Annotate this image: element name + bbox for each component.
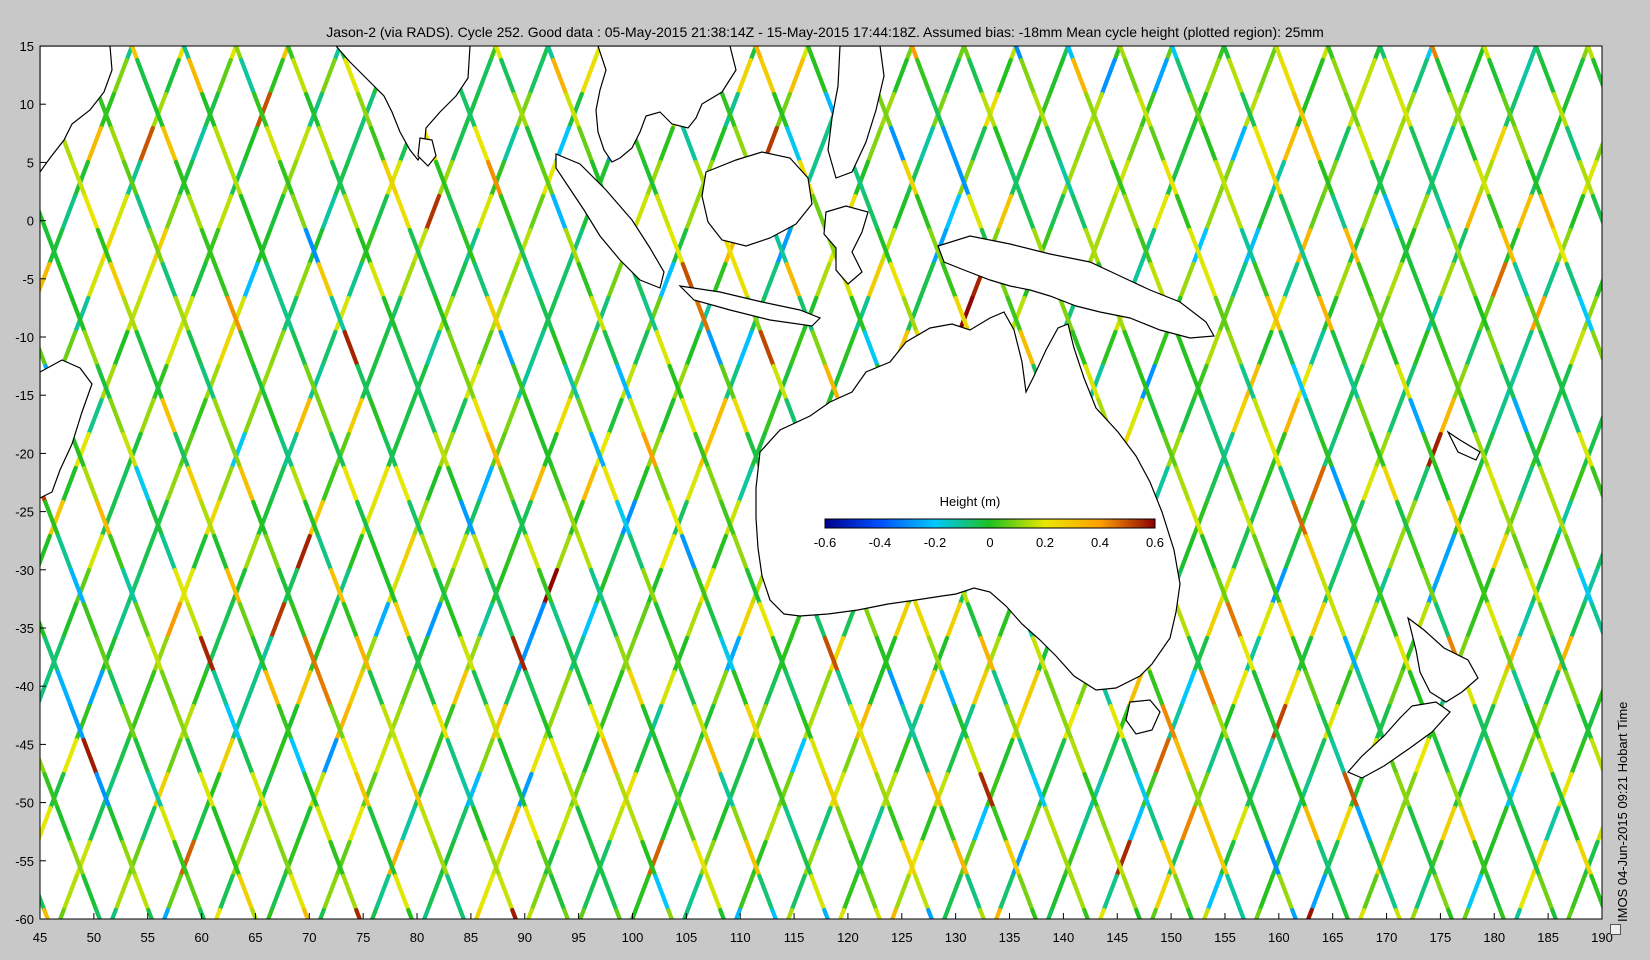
colorbar-tick-label: 0.2 <box>1036 535 1054 550</box>
lon-tick-label: 70 <box>302 930 316 945</box>
lat-tick-label: 0 <box>27 214 34 229</box>
lon-tick-label: 65 <box>248 930 262 945</box>
lon-tick-label: 85 <box>464 930 478 945</box>
lon-tick-label: 105 <box>675 930 697 945</box>
lon-tick-label: 150 <box>1160 930 1182 945</box>
lon-tick-label: 95 <box>571 930 585 945</box>
lon-tick-label: 90 <box>518 930 532 945</box>
colorbar-label: Height (m) <box>940 494 1001 509</box>
lat-tick-label: 15 <box>20 39 34 54</box>
altimetry-map: 45 50 55 60 65 70 75 80 85 90 95 100 105 110 115 120 125… <box>15 39 1623 945</box>
lon-tick-label: 60 <box>194 930 208 945</box>
lon-tick-label: 145 <box>1106 930 1128 945</box>
lat-tick-label: -25 <box>15 505 34 520</box>
lon-tick-label: 45 <box>33 930 47 945</box>
lat-tick-label: -15 <box>15 388 34 403</box>
lat-tick-label: -40 <box>15 679 34 694</box>
checkbox-icon <box>1610 924 1621 935</box>
lat-tick-label: 10 <box>20 97 34 112</box>
colorbar-tick-label: -0.2 <box>924 535 946 550</box>
track-segment <box>1605 638 1618 672</box>
lat-tick-label: -5 <box>22 272 34 287</box>
track-segment <box>1606 366 1619 400</box>
lon-tick-label: 50 <box>87 930 101 945</box>
lon-tick-label: 175 <box>1430 930 1452 945</box>
lon-tick-label: 160 <box>1268 930 1290 945</box>
lon-tick-label: 110 <box>730 930 751 945</box>
lat-tick-label: 5 <box>27 155 34 170</box>
lon-tick-label: 155 <box>1214 930 1236 945</box>
track-segment <box>1609 230 1622 264</box>
lon-tick-label: 130 <box>945 930 967 945</box>
track-segment <box>24 706 37 740</box>
lon-tick-label: 120 <box>837 930 859 945</box>
lat-tick-label: -45 <box>15 737 34 752</box>
colorbar-tick-label: 0 <box>986 535 993 550</box>
lon-tick-label: 55 <box>140 930 154 945</box>
lat-tick-label: -55 <box>15 854 34 869</box>
track-segment <box>1610 502 1623 536</box>
track-segment <box>1605 502 1618 536</box>
colorbar-tick-label: 0.4 <box>1091 535 1109 550</box>
colorbar-tick-label: 0.6 <box>1146 535 1164 550</box>
lon-tick-label: 170 <box>1376 930 1398 945</box>
track-segment <box>19 706 32 740</box>
lon-tick-label: 115 <box>784 930 805 945</box>
track-segment <box>1610 366 1623 400</box>
track-segment <box>1609 94 1622 128</box>
lon-tick-label: 80 <box>410 930 424 945</box>
credit-text: IMOS 04-Jun-2015 09:21 Hobart Time <box>1615 701 1630 922</box>
lat-tick-label: -60 <box>15 912 34 927</box>
lon-tick-label: 125 <box>891 930 913 945</box>
track-segment <box>1610 638 1623 672</box>
lat-tick-label: -50 <box>15 796 34 811</box>
lon-tick-label: 165 <box>1322 930 1344 945</box>
colorbar-tick-label: -0.4 <box>869 535 891 550</box>
lat-tick-label: -20 <box>15 446 34 461</box>
lat-tick-label: -35 <box>15 621 34 636</box>
lat-tick-label: -10 <box>15 330 34 345</box>
track-segment <box>23 298 36 332</box>
lat-tick-label: -30 <box>15 563 34 578</box>
track-segment <box>20 298 33 332</box>
track-segment <box>1606 230 1619 264</box>
lon-tick-label: 185 <box>1537 930 1559 945</box>
lon-tick-label: 180 <box>1483 930 1505 945</box>
lon-tick-label: 135 <box>999 930 1021 945</box>
lon-tick-label: 75 <box>356 930 370 945</box>
colorbar-tick-label: -0.6 <box>814 535 836 550</box>
lon-tick-label: 100 <box>622 930 644 945</box>
colorbar-bar <box>824 518 1156 529</box>
track-segment <box>1606 94 1619 128</box>
lon-tick-label: 140 <box>1053 930 1075 945</box>
